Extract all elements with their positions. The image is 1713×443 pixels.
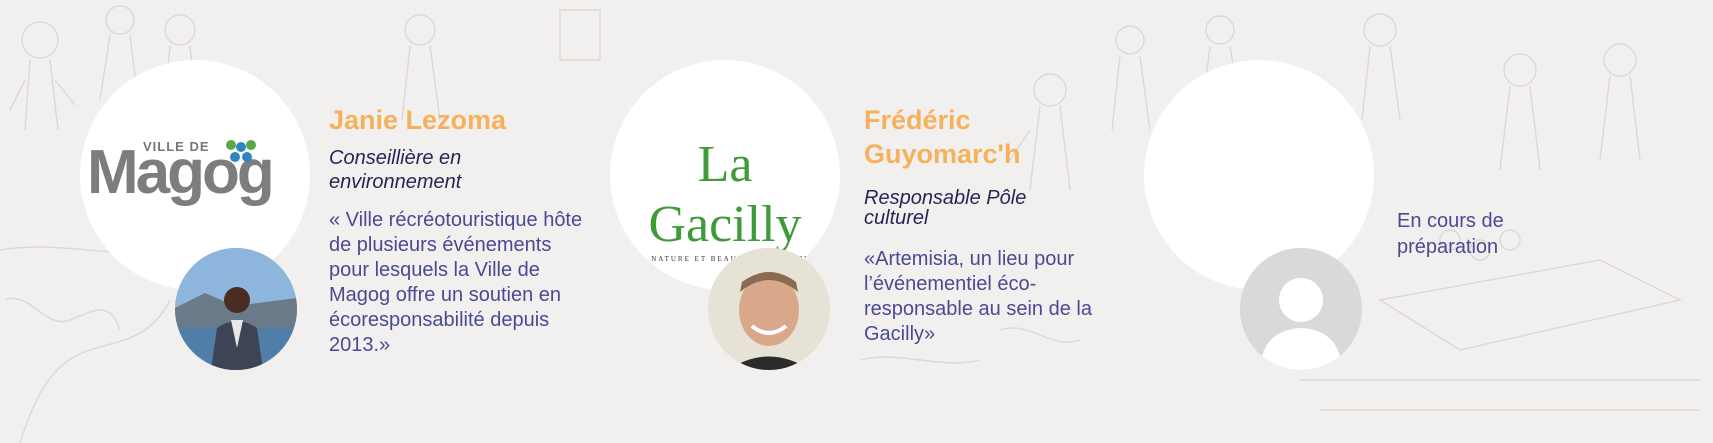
pending-text: En cours de préparation <box>1397 210 1504 258</box>
logo-circle: Magog VILLE DE <box>80 60 310 290</box>
speaker-card-janie: Magog VILLE DE Janie Lezoma Conseillière… <box>0 0 600 443</box>
speaker-name: Janie Lezoma <box>329 105 507 135</box>
person-photo <box>175 248 297 370</box>
speaker-name: Frédéric Guyomarc'h <box>864 105 1021 169</box>
speaker-quote: « Ville récréotouristique hôte de plusie… <box>329 209 583 356</box>
speaker-role: Responsable Pôle culturel <box>864 187 1027 229</box>
person-photo <box>708 248 830 370</box>
gacilly-logo: La Gacilly ART, NATURE ET BEAUTÉ EN MORB… <box>624 136 826 263</box>
speaker-quote: «Artemisia, un lieu pour l’événementiel … <box>864 248 1092 345</box>
logo-circle: La Gacilly ART, NATURE ET BEAUTÉ EN MORB… <box>610 60 840 290</box>
magog-logo: Magog VILLE DE <box>87 138 275 207</box>
avatar-placeholder-icon <box>1240 248 1362 370</box>
speaker-role: Conseillière en environnement <box>329 147 462 193</box>
logo-circle-empty <box>1144 60 1374 290</box>
speaker-card-frederic: La Gacilly ART, NATURE ET BEAUTÉ EN MORB… <box>600 0 1160 443</box>
speaker-card-pending: En cours de préparation <box>1140 0 1713 443</box>
